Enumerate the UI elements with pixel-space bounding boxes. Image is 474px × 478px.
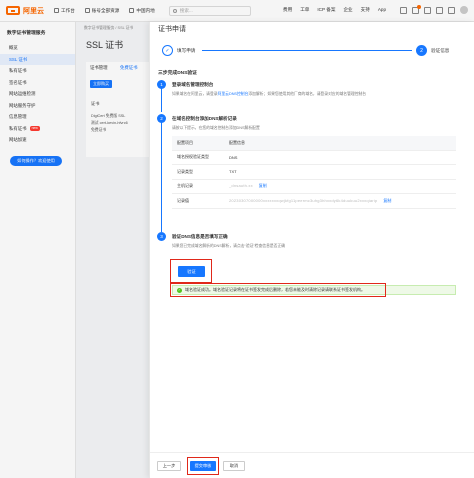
dns-record-table: 配置项目 配置信息 域名授权验证类型 DNS 记录类型 TXT 主机记录 _dn… [172, 136, 456, 209]
row-key: 记录类型 [177, 168, 193, 174]
progress-steps: ✓ 填写申请 2 验证信息 [162, 45, 462, 57]
section-2-title: 在域名控制台添加DNS解析记录 [172, 116, 237, 121]
section-3-desc: 如果您已完成域名解析的DNS解析，请点击“验证”检查信息是否正确 [172, 244, 286, 248]
step-connector [202, 50, 412, 51]
section-1-desc-text: 如果域名在阿里云，请登录 [172, 92, 218, 96]
dns-steps-heading: 三步完成DNS验证 [158, 71, 197, 76]
row-value-cell: _dnsauth.xx 复制 [229, 183, 456, 189]
drawer-title: 证书申请 [158, 26, 186, 33]
table-row: 主机记录 _dnsauth.xx 复制 [172, 180, 456, 194]
highlight-submit [187, 457, 219, 475]
section-3-number: 3 [157, 232, 166, 241]
section-3-title: 验证DNS信息是否填写正确 [172, 234, 228, 239]
dns-console-link[interactable]: 阿里云DNS控制台 [218, 92, 249, 96]
section-2-number: 2 [157, 114, 166, 123]
row-key: 域名授权验证类型 [177, 154, 209, 160]
table-header: 配置项目 配置信息 [172, 136, 456, 151]
row-value: TXT [229, 169, 237, 175]
cert-apply-drawer: 证书申请 ✓ 填写申请 2 验证信息 三步完成DNS验证 1 登录域名管理控制台… [149, 22, 474, 478]
section-1-desc-text: 添加解析；如果您使用其他厂商的域名，请登录对应的域名管理控制台 [248, 92, 367, 96]
table-row: 记录类型 TXT [172, 165, 456, 180]
section-1-title: 登录域名管理控制台 [172, 82, 214, 87]
header-config-item: 配置项目 [177, 139, 193, 145]
copy-host-record-button[interactable]: 复制 [259, 183, 267, 188]
row-value: DNS [229, 154, 238, 160]
row-key: 主机记录 [177, 183, 193, 189]
step-2-label: 验证信息 [431, 48, 450, 53]
section-1-desc: 如果域名在阿里云，请登录阿里云DNS控制台添加解析；如果您使用其他厂商的域名，请… [172, 92, 366, 97]
timeline-line [161, 122, 162, 232]
step-2-number: 2 [416, 45, 427, 56]
row-value-cell: 20230307000000xxxxxxxqwjkfg11peermc3uhg3… [229, 198, 456, 204]
row-key: 记录值 [177, 197, 189, 203]
drawer-footer: 上一步 提交审核 取消 [150, 452, 474, 478]
section-1-number: 1 [157, 80, 166, 89]
verify-button[interactable]: 验证 [178, 266, 205, 277]
step-1-label: 填写申请 [177, 48, 196, 53]
table-row: 记录值 20230307000000xxxxxxxqwjkfg11peermc3… [172, 194, 456, 209]
header-config-info: 配置信息 [229, 139, 245, 145]
copy-record-value-button[interactable]: 复制 [383, 198, 391, 203]
host-record-value: _dnsauth.xx [229, 183, 253, 189]
timeline-line [161, 88, 162, 112]
section-2-desc: 请按以下提示，在您的域名控制台添加DNS解析配置 [172, 126, 260, 130]
highlight-success [170, 283, 386, 297]
prev-step-button[interactable]: 上一步 [157, 461, 181, 471]
step-1-check-icon: ✓ [162, 45, 173, 56]
cancel-button[interactable]: 取消 [223, 461, 245, 471]
table-row: 域名授权验证类型 DNS [172, 151, 456, 165]
record-value: 20230307000000xxxxxxxqwjkfg11peermc3uhg3… [229, 197, 378, 203]
